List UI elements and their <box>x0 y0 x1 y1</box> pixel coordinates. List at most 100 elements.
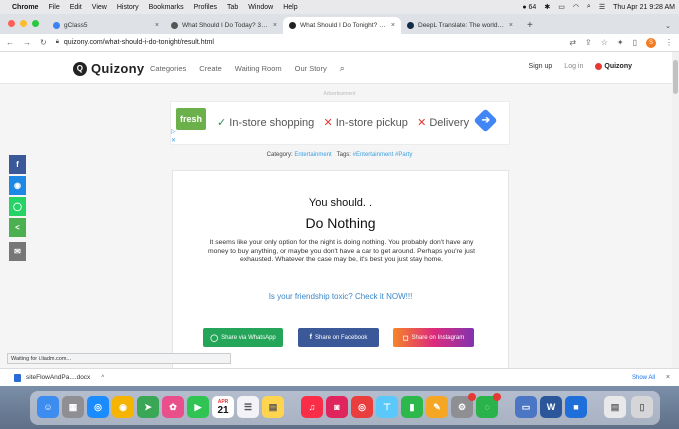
share-icon[interactable]: ⇪ <box>585 38 592 47</box>
quizony-brand-button[interactable]: Quizony <box>595 63 632 70</box>
wifi-icon[interactable]: ◠ <box>573 3 579 11</box>
friendship-quiz-link[interactable]: Is your friendship toxic? Check it NOW!!… <box>173 292 508 301</box>
share-icon[interactable]: < <box>9 218 26 237</box>
nav-waiting-room[interactable]: Waiting Room <box>235 64 282 74</box>
quizony-brand-label: Quizony <box>604 63 632 70</box>
lock-icon[interactable]: 🔒︎ <box>56 39 59 46</box>
tab-what-should-i-do-today[interactable]: What Should I Do Today? 30 N × <box>165 17 283 34</box>
close-shelf-icon[interactable]: × <box>666 374 670 381</box>
sidebar-icon[interactable]: ▯ <box>633 38 637 47</box>
zoom-icon[interactable]: ■ <box>565 396 587 418</box>
app-store-icon[interactable]: ◎ <box>351 396 373 418</box>
menu-profiles[interactable]: Profiles <box>194 4 217 11</box>
calendar-icon[interactable]: APR 21 <box>212 396 234 418</box>
zoom-window-button[interactable] <box>32 20 39 27</box>
nav-create[interactable]: Create <box>199 64 222 74</box>
share-facebook-button[interactable]: f Share on Facebook <box>298 328 379 347</box>
close-tab-icon[interactable]: × <box>273 22 277 29</box>
close-tab-icon[interactable]: × <box>391 22 395 29</box>
remote-desktop-icon[interactable]: ▭ <box>515 396 537 418</box>
tab-what-should-i-do-tonight[interactable]: What Should I Do Tonight? - Q × <box>283 17 401 34</box>
adchoices-icon[interactable]: ▷ <box>171 128 176 135</box>
translate-icon[interactable]: ⇄ <box>569 38 576 47</box>
menu-bookmarks[interactable]: Bookmarks <box>149 4 184 11</box>
music-icon[interactable]: ♫ <box>301 396 323 418</box>
ad-close-icon[interactable]: ✕ <box>171 137 176 144</box>
menu-edit[interactable]: Edit <box>70 4 82 11</box>
close-tab-icon[interactable]: × <box>155 22 159 29</box>
teams-status-icon[interactable]: ● 64 <box>522 4 536 11</box>
login-link[interactable]: Log in <box>564 63 583 70</box>
facebook-share-icon[interactable]: f <box>9 155 26 174</box>
chrome-icon[interactable]: ◉ <box>112 396 134 418</box>
bookmark-star-icon[interactable]: ☆ <box>601 38 608 47</box>
tab-gclass[interactable]: gClass5 × <box>47 17 165 34</box>
bluetooth-icon[interactable]: ✱ <box>544 3 550 11</box>
show-all-downloads-button[interactable]: Show All <box>632 375 655 381</box>
nav-our-story[interactable]: Our Story <box>295 64 327 74</box>
reload-icon[interactable]: ↻ <box>40 38 47 47</box>
share-whatsapp-button[interactable]: ◯ Share via WhatsApp <box>203 328 283 347</box>
notification-badge <box>468 393 476 401</box>
tab-deepl-translate[interactable]: DeepL Translate: The world's m × <box>401 17 519 34</box>
download-item[interactable]: siteFlowAndPa....docx ^ <box>14 373 104 382</box>
trash-icon[interactable]: ▯ <box>631 396 653 418</box>
menu-help[interactable]: Help <box>283 4 297 11</box>
control-center-icon[interactable]: ☰ <box>599 3 605 11</box>
category-link[interactable]: Entertainment <box>294 152 331 158</box>
finder-icon[interactable]: ☺ <box>37 396 59 418</box>
photos-icon[interactable]: ✿ <box>162 396 184 418</box>
site-search-icon[interactable]: ⌕ <box>340 63 345 74</box>
ad-banner[interactable]: fresh ▷ ✕ ✓ In-store shopping ✕ In-store… <box>170 101 510 145</box>
word-icon[interactable]: W <box>540 396 562 418</box>
photo-booth-icon[interactable]: ◙ <box>326 396 348 418</box>
url-field[interactable]: 🔒︎ quizony.com/what-should-i-do-tonight/… <box>56 36 561 49</box>
result-title: Do Nothing <box>305 215 376 231</box>
menu-history[interactable]: History <box>117 4 139 11</box>
macos-menubar: Chrome File Edit View History Bookmarks … <box>0 0 679 14</box>
keynote-icon[interactable]: ⊤ <box>376 396 398 418</box>
reminders-icon[interactable]: ☰ <box>237 396 259 418</box>
forward-arrow-icon[interactable]: → <box>23 38 31 47</box>
extensions-icon[interactable]: ✦ <box>617 38 624 47</box>
minimize-window-button[interactable] <box>20 20 27 27</box>
close-window-button[interactable] <box>8 20 15 27</box>
menu-view[interactable]: View <box>92 4 107 11</box>
numbers-icon[interactable]: ▮ <box>401 396 423 418</box>
menu-tab[interactable]: Tab <box>227 4 238 11</box>
chevron-up-icon[interactable]: ^ <box>101 375 104 381</box>
email-share-icon[interactable]: ✉ <box>9 242 26 261</box>
new-tab-button[interactable]: + <box>519 20 541 34</box>
share-instagram-button[interactable]: ◻ Share on Instagram <box>393 328 474 347</box>
page-scrollbar[interactable] <box>672 52 679 368</box>
launchpad-icon[interactable]: ▦ <box>62 396 84 418</box>
system-preferences-icon[interactable]: ⚙ <box>451 393 476 418</box>
site-logo[interactable]: Q Quizony <box>73 61 144 76</box>
signup-link[interactable]: Sign up <box>529 63 553 70</box>
kebab-menu-icon[interactable]: ⋮ <box>665 38 673 47</box>
menu-file[interactable]: File <box>48 4 59 11</box>
download-shelf: siteFlowAndPa....docx ^ Show All × <box>0 368 679 386</box>
back-arrow-icon[interactable]: ← <box>6 38 14 47</box>
whatsapp-share-icon[interactable]: ◯ <box>9 197 26 216</box>
pages-icon[interactable]: ✎ <box>426 396 448 418</box>
scrollbar-thumb[interactable] <box>673 60 678 94</box>
nav-categories[interactable]: Categories <box>150 64 186 74</box>
facetime-icon[interactable]: ▶ <box>187 396 209 418</box>
profile-avatar[interactable]: S <box>646 37 656 48</box>
search-icon[interactable]: ⌕ <box>587 3 591 11</box>
tags-link[interactable]: #Entertainment #Party <box>353 152 413 158</box>
battery-icon[interactable]: ▭ <box>558 3 565 11</box>
tab-search-chevron-icon[interactable]: ⌄ <box>665 22 671 30</box>
notes-icon[interactable]: ▤ <box>262 396 284 418</box>
messenger-share-icon[interactable]: ◉ <box>9 176 26 195</box>
downloads-folder-icon[interactable]: ▤ <box>604 396 626 418</box>
directions-arrow-icon: ➔ <box>481 115 491 126</box>
menu-app-name[interactable]: Chrome <box>12 4 38 11</box>
close-tab-icon[interactable]: × <box>509 22 513 29</box>
safari-icon[interactable]: ◎ <box>87 396 109 418</box>
maps-icon[interactable]: ➤ <box>137 396 159 418</box>
clock[interactable]: Thu Apr 21 9:28 AM <box>613 4 675 11</box>
menu-window[interactable]: Window <box>248 4 273 11</box>
messages-icon[interactable]: ◌ <box>476 393 501 418</box>
